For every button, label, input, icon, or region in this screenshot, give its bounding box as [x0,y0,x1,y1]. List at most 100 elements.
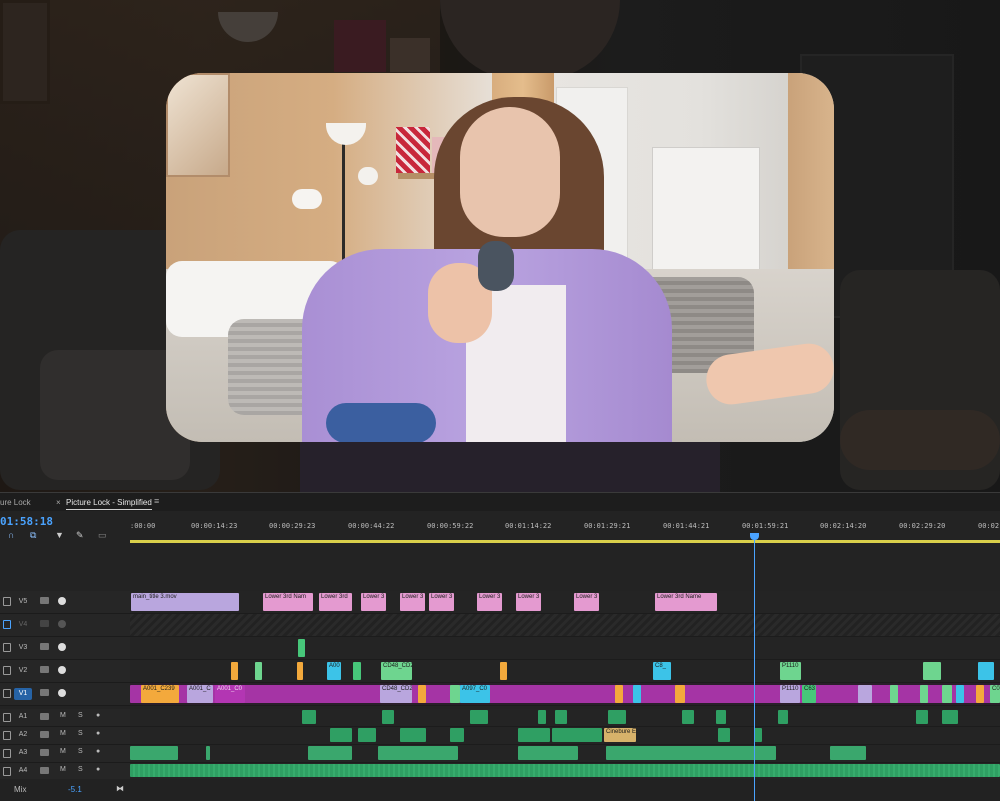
clip[interactable] [942,710,958,724]
clip[interactable]: A001_C0 [215,685,245,703]
solo-button[interactable]: S [78,730,83,737]
lock-icon[interactable] [3,767,11,776]
clip[interactable] [255,662,262,680]
clip[interactable] [606,746,776,760]
clip[interactable] [206,746,210,760]
clip[interactable] [450,685,460,703]
track-v1[interactable]: A001_C239 A001_C A001_C0 CD48_CD2 A097_C… [130,683,1000,706]
mute-button[interactable]: M [60,766,66,773]
mute-button[interactable]: M [60,748,66,755]
snap-icon[interactable]: ∩ [8,530,14,540]
sync-lock-icon[interactable] [40,597,49,604]
lock-icon[interactable] [3,597,11,606]
clip[interactable] [633,685,641,703]
clip[interactable] [978,662,994,680]
clip[interactable] [830,746,866,760]
clip[interactable]: C63 [802,685,816,703]
mic-icon[interactable]: ● [96,748,100,755]
clip[interactable] [297,662,303,680]
playhead[interactable] [754,533,755,801]
clip[interactable] [518,746,578,760]
clip[interactable]: A00 [327,662,341,680]
tab-picture-lock[interactable]: ure Lock [0,498,31,507]
sync-lock-icon[interactable] [40,767,49,774]
clip[interactable] [718,728,730,742]
wrench-icon[interactable]: ✎ [76,530,84,541]
clip[interactable] [555,710,567,724]
timecode-display[interactable]: 01:58:18 [0,515,53,528]
clip[interactable]: Lower 3rd [319,593,352,611]
mix-value[interactable]: -5.1 [68,785,82,794]
track-v2[interactable]: A00 CD48_CD2 C8_ P1110 [130,660,1000,683]
clip[interactable]: main_title 3.mov [131,593,239,611]
linked-selection-icon[interactable]: ⧉ [30,530,36,541]
clip[interactable] [418,685,426,703]
clip[interactable]: Lower 3 [516,593,541,611]
clip[interactable] [682,710,694,724]
clip[interactable] [298,639,305,657]
sync-lock-icon[interactable] [40,643,49,650]
clip[interactable] [716,710,726,724]
lock-icon[interactable] [3,731,11,740]
mix-toggle-icon[interactable]: ⧓ [116,784,124,793]
track-a2[interactable]: Cinebure E [130,727,1000,745]
clip[interactable] [552,728,602,742]
captions-icon[interactable]: ▭ [98,530,107,541]
eye-icon[interactable] [58,597,66,605]
lock-icon[interactable] [3,689,11,698]
sync-lock-icon[interactable] [40,731,49,738]
clip[interactable] [231,662,238,680]
clip[interactable] [538,710,546,724]
sync-lock-icon[interactable] [40,689,49,696]
clip[interactable]: A097_C0 [460,685,490,703]
mute-button[interactable]: M [60,730,66,737]
clip[interactable] [400,728,426,742]
clip[interactable] [130,764,1000,777]
clip[interactable]: C8_ [653,662,671,680]
clip[interactable]: Cinebure E [604,728,636,742]
track-v4[interactable] [130,614,1000,637]
sync-lock-icon[interactable] [40,666,49,673]
tab-picture-lock-simplified[interactable]: Picture Lock - Simplified [66,498,152,510]
marker-icon[interactable]: ▼ [55,530,64,540]
eye-icon[interactable] [58,620,66,628]
clip[interactable]: C0 [990,685,1000,703]
lock-icon[interactable] [3,643,11,652]
mic-icon[interactable]: ● [96,712,100,719]
sync-lock-icon[interactable] [40,713,49,720]
mic-icon[interactable]: ● [96,766,100,773]
clip[interactable]: Lower 3 [361,593,386,611]
clip[interactable] [353,662,361,680]
clip[interactable]: A001_C [187,685,213,703]
clip[interactable]: P1110 [780,662,801,680]
clip[interactable] [358,728,376,742]
clip[interactable]: CD48_CD2 [381,662,412,680]
clip[interactable]: CD48_CD2 [380,685,412,703]
clip[interactable] [130,746,178,760]
clip[interactable] [778,710,788,724]
sync-lock-icon[interactable] [40,749,49,756]
work-area-bar[interactable] [130,540,1000,543]
lock-icon[interactable] [3,620,11,629]
track-a3[interactable] [130,745,1000,763]
clip[interactable]: A001_C239 [141,685,179,703]
close-icon[interactable]: × [56,498,61,507]
solo-button[interactable]: S [78,712,83,719]
eye-icon[interactable] [58,643,66,651]
clip[interactable] [942,685,952,703]
clip[interactable] [378,746,458,760]
clip[interactable] [330,728,352,742]
clip[interactable]: Lower 3 [574,593,599,611]
clip[interactable] [382,710,394,724]
mute-button[interactable]: M [60,712,66,719]
clip[interactable] [976,685,984,703]
time-ruler[interactable]: :00:00 00:00:14:23 00:00:29:23 00:00:44:… [130,512,1000,536]
clip[interactable]: Lower 3 [400,593,425,611]
clip[interactable] [858,685,872,703]
solo-button[interactable]: S [78,766,83,773]
track-a4[interactable] [130,763,1000,780]
lock-icon[interactable] [3,749,11,758]
clip[interactable]: Lower 3rd Name [655,593,717,611]
mic-icon[interactable]: ● [96,730,100,737]
clip[interactable]: Lower 3 [477,593,502,611]
